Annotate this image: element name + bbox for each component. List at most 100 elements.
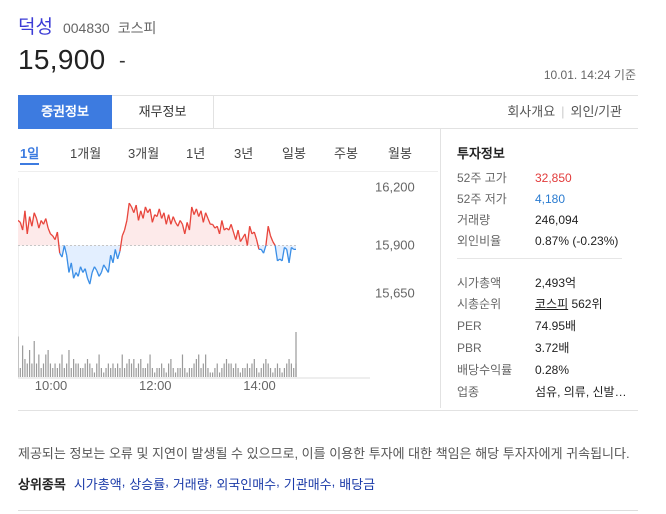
volume-bar (144, 368, 147, 377)
as-of-time: 10.01. 14:24 기준 (543, 68, 636, 82)
info-label: PBR (457, 341, 482, 355)
y-tick-label: 15,900 (375, 238, 415, 253)
x-tick-label: 10:00 (35, 378, 68, 393)
volume-bar (256, 368, 258, 377)
volume-bar (18, 336, 19, 377)
company-header: 덕성 004830 코스피 (18, 12, 156, 39)
tab-financial-info[interactable]: 재무정보 (112, 95, 214, 129)
volume-bar (198, 354, 200, 377)
period-daily[interactable]: 일봉 (282, 143, 306, 162)
company-overview-link[interactable]: 회사개요 (507, 96, 555, 128)
info-value: 74.95배 (535, 319, 577, 333)
volume-bar (19, 368, 21, 377)
separator: , (331, 474, 336, 489)
foreign-institution-link[interactable]: 외인/기관 (571, 96, 622, 128)
current-price: 15,900 (18, 44, 106, 75)
volume-bar (28, 350, 31, 377)
related-link-foreign-buy[interactable]: 외국인매수 (216, 474, 276, 493)
volume-bar (107, 363, 109, 377)
period-3m[interactable]: 3개월 (128, 143, 159, 162)
period-1y[interactable]: 1년 (186, 143, 205, 162)
volume-bar (295, 363, 297, 377)
divider (440, 129, 441, 408)
volume-bar (251, 363, 253, 377)
volume-bar (123, 368, 126, 377)
volume-bar (225, 359, 228, 377)
info-label: 거래량 (457, 213, 491, 227)
tab-securities-info[interactable]: 증권정보 (18, 95, 112, 129)
volume-bar (133, 359, 135, 377)
divider: | (561, 104, 565, 119)
volume-bar (26, 363, 28, 377)
related-link-volume[interactable]: 거래량 (173, 474, 209, 493)
volume-bar (42, 363, 45, 377)
volume-bar (218, 372, 221, 377)
volume-bar (260, 368, 262, 377)
market-link[interactable]: 코스피 (535, 297, 568, 311)
volume-bar (100, 368, 102, 377)
related-link-dividend[interactable]: 배당금 (339, 474, 375, 493)
volume-bar (286, 363, 288, 377)
volume-bar (195, 359, 197, 377)
price-area-above (18, 203, 296, 246)
separator: , (208, 474, 213, 489)
related-link-gainers[interactable]: 상승률 (129, 474, 165, 493)
volume-bar (52, 368, 54, 377)
related-link-institution-buy[interactable]: 기관매수 (284, 474, 332, 493)
separator: , (121, 474, 126, 489)
volume-bar (121, 354, 123, 377)
stock-code: 004830 (62, 20, 110, 36)
volume-bar (184, 368, 186, 377)
volume-bar (84, 363, 86, 377)
period-monthly[interactable]: 월봉 (388, 143, 412, 162)
volume-bar (288, 359, 290, 377)
volume-bar (117, 363, 119, 377)
price-chart[interactable]: 16,200 15,900 15,650 10:00 12:00 14:00 (18, 178, 438, 396)
period-3y[interactable]: 3년 (234, 143, 253, 162)
volume-bar (258, 372, 260, 377)
volume-bar (119, 368, 121, 377)
volume-bar (232, 368, 235, 377)
divider (18, 410, 638, 411)
period-weekly[interactable]: 주봉 (334, 143, 358, 162)
volume-bar (221, 368, 223, 377)
volume-bar (79, 368, 82, 377)
info-value: 0.87% (-0.23%) (535, 234, 619, 248)
company-name[interactable]: 덕성 (18, 12, 53, 39)
volume-bar (207, 368, 209, 377)
info-value: 2,493억 (535, 276, 577, 290)
volume-bar (262, 363, 265, 377)
volume-bar (22, 345, 24, 377)
volume-bar (265, 359, 267, 377)
volume-bar (45, 354, 47, 377)
x-tick-label: 12:00 (139, 378, 172, 393)
volume-bar (98, 354, 100, 377)
volume-bar (73, 359, 75, 377)
volume-bar (274, 368, 276, 377)
period-tabs: 1일 1개월 3개월 1년 3년 일봉 주봉 월봉 (18, 143, 436, 165)
volume-bar (68, 350, 70, 377)
info-label: PER (457, 319, 482, 333)
volume-bar (93, 372, 96, 377)
volume-bar (112, 363, 114, 377)
volume-bar (228, 363, 230, 377)
volume-bar (177, 368, 179, 377)
period-1m[interactable]: 1개월 (70, 143, 101, 162)
volume-bar (161, 363, 163, 377)
volume-bar (209, 372, 211, 377)
related-rankings: 상위종목 시가총액, 상승률, 거래량, 외국인매수, 기관매수, 배당금 (18, 474, 375, 493)
industry-link[interactable]: 섬유, 의류, 신발… (535, 384, 627, 400)
volume-bar (75, 363, 77, 377)
volume-bar (56, 368, 58, 377)
related-link-market-cap[interactable]: 시가총액 (74, 474, 122, 493)
period-1d[interactable]: 1일 (20, 143, 40, 165)
y-tick-label: 16,200 (375, 180, 415, 195)
volume-bar (135, 368, 137, 377)
info-value: 0.28% (535, 363, 570, 377)
volume-bar (281, 372, 283, 377)
volume-bar (200, 368, 202, 377)
volume-bar (272, 372, 274, 377)
volume-bar (59, 363, 61, 377)
volume-bar (114, 368, 116, 377)
volume-bar (89, 363, 91, 377)
